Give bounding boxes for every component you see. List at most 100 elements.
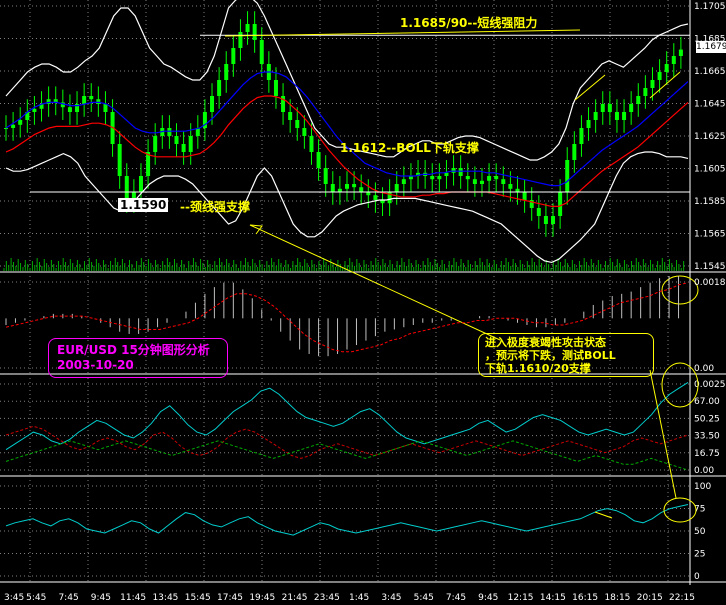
y-tick-label: 0 xyxy=(694,572,700,582)
candle-body xyxy=(650,80,655,88)
candle-body xyxy=(67,107,72,112)
candle-body xyxy=(32,108,37,112)
candle-body xyxy=(323,168,328,184)
candle-body xyxy=(543,216,548,224)
neckline-price-label: 1.1590 xyxy=(118,198,169,212)
candle-body xyxy=(359,187,364,192)
x-tick-label: 5:45 xyxy=(26,593,46,603)
candle-body xyxy=(565,160,570,192)
candle-body xyxy=(11,124,16,128)
x-tick-label: 19:45 xyxy=(249,593,275,603)
y-tick-label: 1.1705 xyxy=(694,2,726,12)
highlight-circle xyxy=(661,275,699,305)
y-tick-label: 50.25 xyxy=(694,414,720,424)
candle-body xyxy=(551,216,556,224)
candle-body xyxy=(465,176,470,180)
candle-body xyxy=(643,88,648,96)
candle-body xyxy=(508,184,513,189)
candle-body xyxy=(245,24,250,32)
candle-body xyxy=(671,56,676,64)
candle-body xyxy=(479,180,484,184)
candle-body xyxy=(295,120,300,128)
analysis-note-line2: ，预示将下跌，测试BOLL xyxy=(485,349,616,362)
current-price-label: 1.1679 xyxy=(696,41,726,53)
candle-body xyxy=(430,176,435,180)
candle-body xyxy=(437,176,442,180)
x-tick-label: 7:45 xyxy=(58,593,78,603)
chart-canvas: 1.17051.16851.16651.16451.16251.16051.15… xyxy=(0,0,726,603)
neckline-annotation: --颈线强支撑 xyxy=(180,200,250,214)
y-tick-label: 1.1625 xyxy=(694,132,726,142)
analysis-note-line3: 下轨1.1610/20支撑 xyxy=(485,362,591,375)
trendline-segment xyxy=(649,71,681,99)
candle-body xyxy=(614,112,619,120)
candle-body xyxy=(252,24,257,40)
candle-body xyxy=(664,64,669,72)
candle-body xyxy=(373,195,378,200)
x-tick-label: 9:45 xyxy=(478,593,498,603)
trendline-segment xyxy=(594,511,613,519)
chart-date: 2003-10-20 xyxy=(57,358,134,372)
candle-body xyxy=(586,120,591,128)
candle-body xyxy=(103,104,108,112)
x-tick-label: 16:15 xyxy=(572,593,598,603)
y-tick-label: 67.00 xyxy=(694,397,720,407)
indicator-line-red xyxy=(5,425,689,459)
y-tick-label: 0.00 xyxy=(694,364,714,374)
candle-body xyxy=(309,136,314,152)
chart-title: EUR/USD 15分钟图形分析 xyxy=(57,343,210,357)
candle-body xyxy=(572,144,577,160)
x-tick-label: 21:45 xyxy=(282,593,308,603)
candle-body xyxy=(273,80,278,96)
y-tick-label: 0.00189 xyxy=(694,278,726,288)
y-tick-label: 1.1585 xyxy=(694,197,726,207)
candle-body xyxy=(451,168,456,173)
y-tick-label: 1.1565 xyxy=(694,230,726,240)
candle-body xyxy=(18,120,23,125)
candle-body xyxy=(124,176,129,200)
y-tick-label: 1.1665 xyxy=(694,67,726,77)
candle-body xyxy=(82,96,87,104)
candle-body xyxy=(472,179,477,184)
x-tick-label: 3:45 xyxy=(381,593,401,603)
candle-body xyxy=(536,208,541,216)
candle-body xyxy=(181,144,186,152)
candle-body xyxy=(636,96,641,104)
candle-body xyxy=(352,184,357,188)
candle-body xyxy=(345,184,349,189)
candle-body xyxy=(96,99,101,104)
x-tick-label: 9:45 xyxy=(91,593,111,603)
y-tick-label: 1.1645 xyxy=(694,100,726,110)
candle-body xyxy=(657,72,662,80)
highlight-circle xyxy=(661,362,699,408)
candle-body xyxy=(678,49,683,56)
candle-body xyxy=(330,184,335,192)
candle-body xyxy=(394,184,399,192)
candle-body xyxy=(288,112,293,120)
candle-body xyxy=(117,144,122,176)
y-tick-label: 0.00252 xyxy=(694,380,726,390)
candle-body xyxy=(501,179,506,184)
x-tick-label: 11:45 xyxy=(120,593,146,603)
candle-body xyxy=(188,136,193,152)
analysis-pointer xyxy=(649,369,677,499)
y-tick-label: 25 xyxy=(694,550,705,560)
x-tick-label: 13:45 xyxy=(152,593,178,603)
candle-body xyxy=(444,172,449,176)
candle-body xyxy=(174,136,179,144)
x-tick-label: 18:15 xyxy=(604,593,630,603)
candle-body xyxy=(89,96,94,100)
candle-body xyxy=(579,128,584,144)
y-tick-label: 33.50 xyxy=(694,432,720,442)
candle-body xyxy=(316,152,321,168)
chart-window: 1.1705 1.1685 1.1665 1.1645 1.1625 1.1605 1.15… xyxy=(0,0,726,605)
x-tick-label: 17:45 xyxy=(217,593,243,603)
x-tick-label: 22:15 xyxy=(669,593,695,603)
boll-support-annotation: 1.1612--BOLL下轨支撑 xyxy=(340,141,479,155)
candle-body xyxy=(153,136,158,152)
candle-body xyxy=(4,128,8,129)
analysis-note-line1: 进入极度衰竭性攻击状态 xyxy=(485,336,606,349)
chart-title-box: EUR/USD 15分钟图形分析 2003-10-20 xyxy=(48,338,228,378)
candle-body xyxy=(522,192,527,200)
indicator-line-green xyxy=(5,440,689,471)
